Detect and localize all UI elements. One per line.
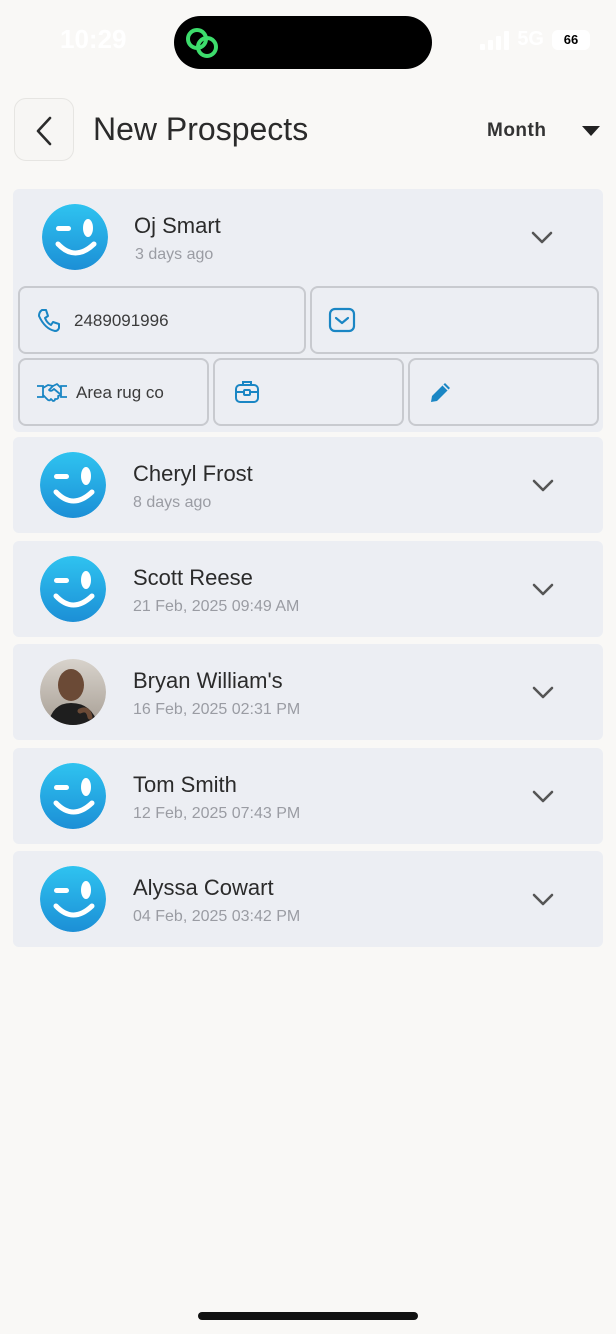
prospect-card[interactable]: Scott Reese 21 Feb, 2025 09:49 AM bbox=[13, 541, 603, 637]
prospect-name: Oj Smart bbox=[134, 213, 221, 238]
avatar bbox=[40, 866, 106, 932]
linked-rings-icon bbox=[186, 28, 218, 58]
smiley-logo-icon bbox=[42, 204, 108, 270]
prospect-card[interactable]: Alyssa Cowart 04 Feb, 2025 03:42 PM bbox=[13, 851, 603, 947]
home-indicator[interactable] bbox=[198, 1312, 418, 1320]
prospect-name: Bryan William's bbox=[133, 668, 283, 693]
prospect-name: Cheryl Frost bbox=[133, 461, 253, 486]
battery-icon: 66 bbox=[552, 29, 590, 50]
period-label: Month bbox=[487, 120, 547, 141]
status-indicators: 5G 66 bbox=[480, 28, 590, 51]
avatar bbox=[40, 763, 106, 829]
back-button[interactable] bbox=[14, 98, 74, 161]
phone-field[interactable]: 2489091996 bbox=[18, 286, 306, 354]
caret-down-icon bbox=[582, 126, 600, 136]
avatar bbox=[40, 452, 106, 518]
prospect-time: 3 days ago bbox=[135, 246, 214, 263]
company-field[interactable]: Area rug co bbox=[18, 358, 209, 426]
dynamic-island bbox=[174, 16, 432, 69]
briefcase-icon bbox=[235, 381, 259, 403]
signal-icon bbox=[480, 30, 510, 50]
status-bar: 10:29 5G 66 bbox=[0, 0, 616, 84]
phone-icon bbox=[38, 309, 60, 332]
handshake-icon bbox=[37, 383, 67, 402]
status-time: 10:29 bbox=[60, 24, 127, 54]
chevron-down-icon[interactable] bbox=[530, 231, 554, 245]
avatar bbox=[40, 556, 106, 622]
period-dropdown[interactable]: Month bbox=[487, 118, 603, 144]
smiley-logo-icon bbox=[40, 452, 106, 518]
edit-button[interactable] bbox=[408, 358, 599, 426]
smiley-logo-icon bbox=[40, 866, 106, 932]
page-title: New Prospects bbox=[93, 111, 309, 147]
prospect-time: 8 days ago bbox=[133, 494, 212, 511]
prospect-name: Tom Smith bbox=[133, 772, 237, 797]
network-label: 5G bbox=[517, 28, 544, 50]
prospect-name: Scott Reese bbox=[133, 565, 253, 590]
chevron-down-icon[interactable] bbox=[531, 479, 555, 493]
avatar-photo bbox=[40, 659, 106, 725]
smiley-logo-icon bbox=[40, 763, 106, 829]
pencil-icon bbox=[431, 383, 450, 402]
prospect-card[interactable]: Bryan William's 16 Feb, 2025 02:31 PM bbox=[13, 644, 603, 740]
email-field[interactable] bbox=[310, 286, 599, 354]
prospect-name: Alyssa Cowart bbox=[133, 875, 274, 900]
avatar bbox=[42, 204, 108, 270]
company-value: Area rug co bbox=[76, 383, 164, 402]
prospect-card-expanded[interactable]: Oj Smart 3 days ago 2489091996 Area rug … bbox=[13, 189, 603, 432]
chevron-down-icon[interactable] bbox=[531, 893, 555, 907]
email-icon bbox=[328, 307, 356, 333]
job-field[interactable] bbox=[213, 358, 404, 426]
prospect-time: 16 Feb, 2025 02:31 PM bbox=[133, 701, 301, 718]
prospect-card[interactable]: Cheryl Frost 8 days ago bbox=[13, 437, 603, 533]
back-arrow-icon bbox=[36, 116, 52, 146]
chevron-down-icon[interactable] bbox=[531, 790, 555, 804]
smiley-logo-icon bbox=[40, 556, 106, 622]
chevron-down-icon[interactable] bbox=[531, 686, 555, 700]
prospect-time: 12 Feb, 2025 07:43 PM bbox=[133, 805, 301, 822]
person-photo bbox=[40, 659, 106, 725]
chevron-down-icon[interactable] bbox=[531, 583, 555, 597]
prospect-time: 21 Feb, 2025 09:49 AM bbox=[133, 598, 300, 615]
phone-value: 2489091996 bbox=[74, 311, 169, 330]
prospect-time: 04 Feb, 2025 03:42 PM bbox=[133, 908, 301, 925]
prospect-card[interactable]: Tom Smith 12 Feb, 2025 07:43 PM bbox=[13, 748, 603, 844]
